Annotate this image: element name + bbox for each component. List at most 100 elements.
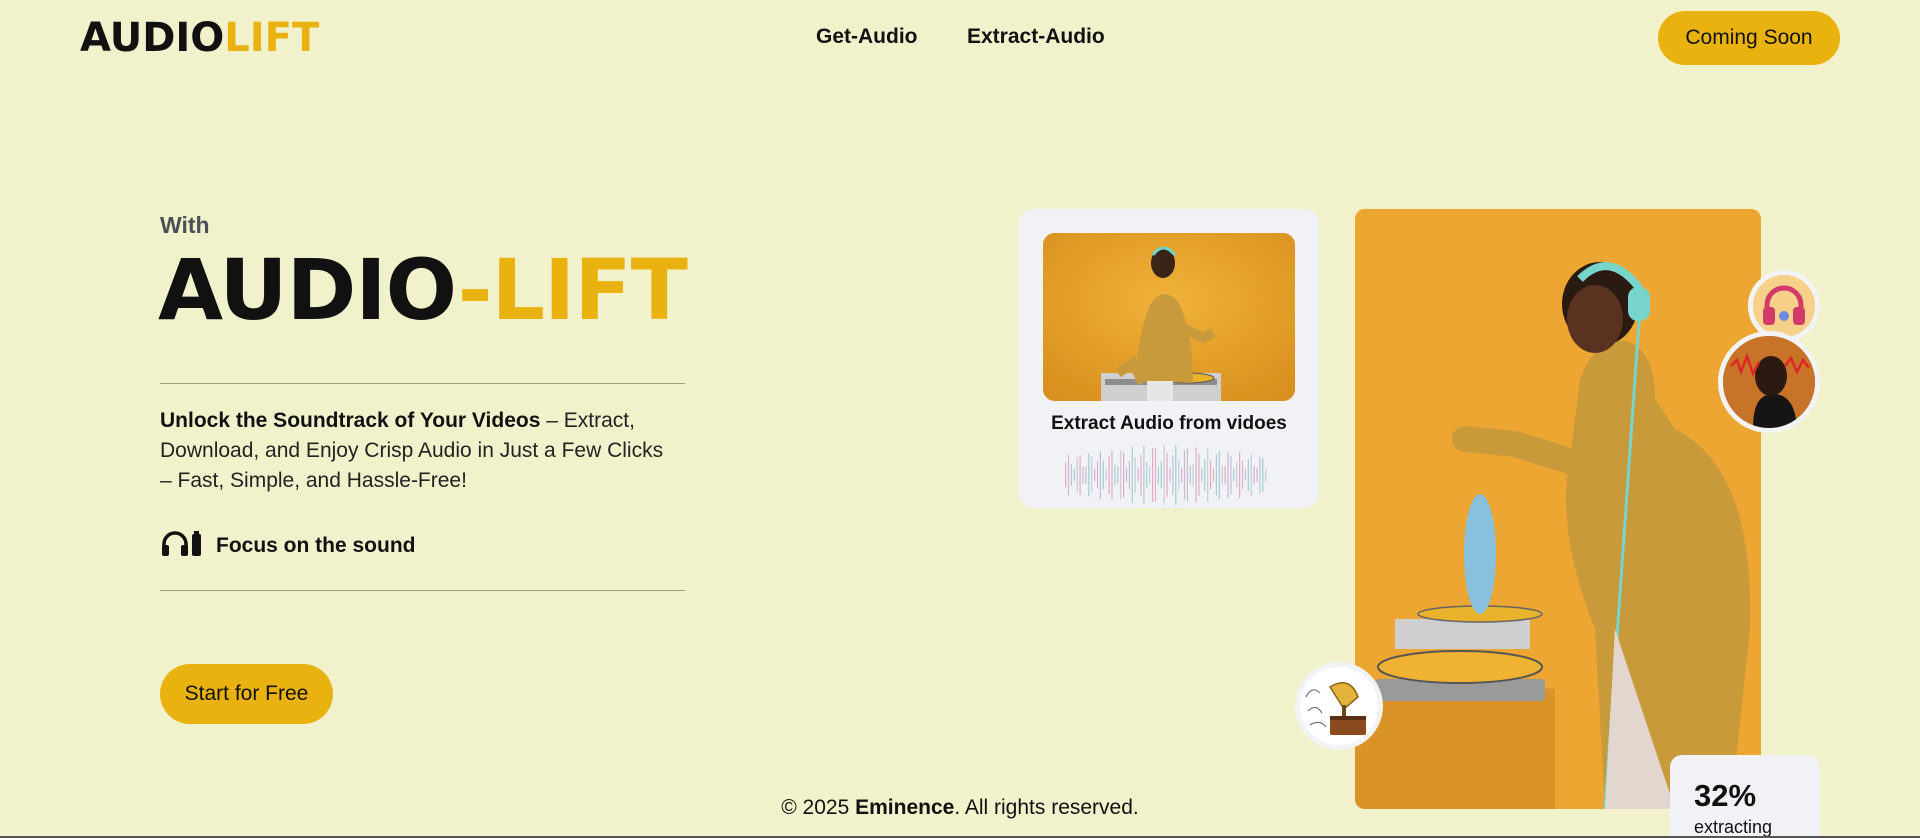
- nav-link-get-audio[interactable]: Get-Audio: [816, 25, 917, 49]
- focus-label: Focus on the sound: [216, 534, 416, 557]
- wave-bar: [1088, 453, 1090, 497]
- wave-bar: [1082, 466, 1084, 484]
- wave-bar: [1195, 447, 1197, 503]
- wave-bar: [1157, 466, 1159, 484]
- hero-eyebrow: With: [160, 212, 210, 238]
- wave-bar: [1143, 445, 1145, 505]
- wave-bar: [1181, 467, 1183, 483]
- logo[interactable]: AUDIOLIFT: [80, 14, 319, 62]
- wave-bar: [1091, 457, 1093, 493]
- wave-bar: [1256, 467, 1258, 483]
- start-free-button[interactable]: Start for Free: [160, 664, 333, 724]
- wave-bar: [1198, 454, 1200, 496]
- dj-photo: [1043, 233, 1295, 401]
- wave-bar: [1262, 457, 1264, 493]
- wave-bar: [1192, 463, 1194, 487]
- wave-bar: [1102, 460, 1104, 490]
- wave-bar: [1123, 452, 1125, 498]
- nav-link-extract-audio[interactable]: Extract-Audio: [967, 25, 1105, 49]
- wave-bar: [1183, 450, 1186, 500]
- wave-bar: [1149, 466, 1151, 484]
- wave-bar: [1134, 457, 1136, 493]
- footer-brand[interactable]: Eminence: [855, 796, 954, 819]
- wave-bar: [1259, 456, 1261, 494]
- wave-bar: [1227, 452, 1229, 498]
- extract-card[interactable]: Extract Audio from vidoes: [1019, 209, 1319, 508]
- hero-title-part2: -LIFT: [457, 241, 688, 339]
- headphones-battery-icon: [160, 528, 202, 564]
- divider-bottom: [160, 590, 685, 591]
- wave-bar: [1108, 455, 1110, 495]
- wave-bar: [1163, 445, 1165, 505]
- wave-bar: [1247, 458, 1249, 492]
- wave-bar: [1210, 460, 1212, 490]
- wave-bar: [1244, 469, 1246, 481]
- wave-bar: [1140, 454, 1142, 496]
- wave-bar: [1076, 457, 1078, 493]
- focus-feature: Focus on the sound: [160, 528, 416, 564]
- wave-bar: [1096, 461, 1099, 489]
- wave-bar: [1189, 465, 1191, 485]
- wave-bar: [1065, 462, 1067, 488]
- wave-bar: [1137, 468, 1139, 482]
- progress-label: extracting: [1694, 817, 1773, 837]
- wave-bar: [1236, 462, 1238, 488]
- wave-bar: [1073, 468, 1075, 482]
- wave-bar: [1175, 445, 1177, 505]
- wave-bar: [1160, 461, 1162, 489]
- hero-description: Unlock the Soundtrack of Your Videos – E…: [160, 406, 680, 496]
- hero-title-part1: AUDIO: [158, 241, 459, 339]
- footer-suffix: . All rights reserved.: [954, 796, 1139, 819]
- wave-bar: [1250, 454, 1252, 496]
- hero-description-bold: Unlock the Soundtrack of Your Videos: [160, 409, 541, 432]
- wave-bar: [1079, 455, 1081, 495]
- divider-top: [160, 383, 685, 384]
- wave-bar: [1221, 465, 1223, 485]
- hero-photo: [1355, 209, 1761, 809]
- wave-bar: [1241, 461, 1244, 489]
- wave-bar: [1146, 462, 1148, 488]
- wave-bar: [1186, 448, 1188, 502]
- wave-bar: [1117, 466, 1119, 484]
- gramophone-avatar: [1295, 662, 1383, 750]
- wave-bar: [1152, 448, 1154, 502]
- wave-bar: [1204, 459, 1206, 491]
- wave-bar: [1166, 453, 1168, 497]
- hero-title: AUDIO-LIFT: [158, 240, 688, 340]
- wave-bar: [1215, 454, 1217, 496]
- wave-bar: [1094, 468, 1096, 482]
- wave-bar: [1120, 450, 1122, 500]
- wave-bar: [1085, 466, 1087, 484]
- wave-bar: [1099, 450, 1101, 500]
- wave-bar: [1233, 468, 1235, 482]
- wave-bar: [1253, 465, 1255, 485]
- wave-bar: [1212, 468, 1215, 482]
- wave-bar: [1125, 467, 1128, 483]
- logo-part2: LIFT: [224, 15, 320, 61]
- wave-bar: [1178, 460, 1180, 490]
- coming-soon-button[interactable]: Coming Soon: [1658, 11, 1840, 65]
- wave-bar: [1169, 468, 1171, 482]
- card-title: Extract Audio from vidoes: [1051, 413, 1287, 434]
- wave-bar: [1070, 463, 1072, 487]
- footer-copyright: © 2025 Eminence. All rights reserved.: [0, 796, 1920, 820]
- wave-bar: [1230, 455, 1232, 495]
- wave-bar: [1114, 464, 1116, 486]
- wave-bar: [1218, 450, 1220, 500]
- wave-bar: [1207, 447, 1209, 503]
- wave-bar: [1067, 454, 1070, 496]
- wave-bar: [1128, 461, 1130, 489]
- wave-bar: [1265, 468, 1267, 482]
- wave-bar: [1239, 451, 1241, 499]
- wave-bar: [1105, 468, 1107, 482]
- wave-bar: [1172, 455, 1174, 495]
- wave-bar: [1201, 468, 1203, 482]
- listener-avatar: [1718, 331, 1820, 433]
- footer-prefix: © 2025: [781, 796, 856, 819]
- wave-bar: [1111, 450, 1113, 500]
- audio-waveform: [1065, 445, 1267, 505]
- wave-bar: [1224, 466, 1226, 484]
- logo-part1: AUDIO: [80, 15, 225, 61]
- wave-bar: [1154, 448, 1157, 502]
- wave-bar: [1131, 446, 1133, 504]
